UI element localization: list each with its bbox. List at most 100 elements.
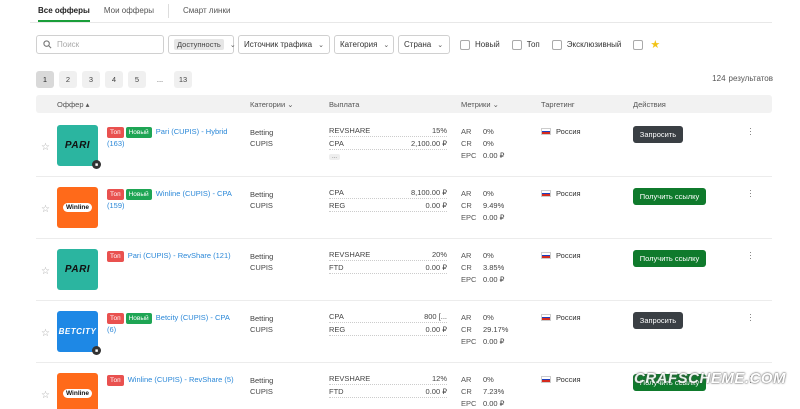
category-cell: Betting CUPIS bbox=[250, 127, 273, 149]
payout-cell: REVSHARE 15% CPA 2,100.00 ₽ ... bbox=[329, 125, 447, 160]
category-select[interactable]: Категория ⌄ bbox=[334, 35, 394, 54]
search-icon bbox=[43, 40, 52, 49]
search-box[interactable] bbox=[36, 35, 164, 54]
column-categories[interactable]: Категории ⌄ bbox=[250, 100, 294, 109]
column-offer[interactable]: Оффер ▴ bbox=[57, 100, 89, 109]
tab-smart-links[interactable]: Смарт линки bbox=[183, 0, 230, 22]
more-options-icon[interactable]: ⋯ bbox=[746, 251, 756, 260]
more-options-icon[interactable]: ⋯ bbox=[746, 127, 756, 136]
metric-key: EPC bbox=[461, 336, 477, 346]
payout-type: REG bbox=[329, 201, 346, 210]
metric-ar: 0% bbox=[483, 126, 494, 136]
metric-cr: 9.49% bbox=[483, 200, 505, 210]
page-button[interactable]: 3 bbox=[82, 71, 100, 88]
get-link-button[interactable]: Получить ссылку bbox=[633, 188, 706, 205]
tab-all-offers[interactable]: Все офферы bbox=[38, 0, 90, 22]
metric-key: AR bbox=[461, 250, 472, 260]
column-actions: Действия bbox=[633, 100, 666, 109]
filter-exclusive[interactable]: Эксклюзивный bbox=[551, 39, 626, 50]
country-select[interactable]: Страна ⌄ bbox=[398, 35, 450, 54]
favorite-star-icon[interactable]: ☆ bbox=[41, 204, 50, 215]
favorite-star-icon[interactable]: ☆ bbox=[41, 390, 50, 401]
results-label: результатов bbox=[728, 74, 773, 83]
offer-cell: Топ Новый Pari (CUPIS) - Hybrid (163) bbox=[107, 126, 239, 149]
payout-type: CPA bbox=[329, 188, 344, 197]
new-checkbox[interactable] bbox=[460, 39, 470, 50]
badge-new: Новый bbox=[125, 189, 152, 200]
payout-more-button[interactable]: ... bbox=[329, 154, 341, 160]
more-options-icon[interactable]: ⋯ bbox=[746, 313, 756, 322]
payout-cell: CPA 8,100.00 ₽ REG 0.00 ₽ bbox=[329, 187, 447, 213]
payout-cell: REVSHARE 20% FTD 0.00 ₽ bbox=[329, 249, 447, 275]
badge-new: Новый bbox=[125, 127, 152, 138]
metric-ar: 0% bbox=[483, 250, 494, 260]
russia-flag-icon bbox=[541, 190, 551, 197]
column-targeting: Таргетинг bbox=[541, 100, 575, 109]
tab-my-offers[interactable]: Мои офферы bbox=[104, 0, 154, 22]
category-wallet: CUPIS bbox=[250, 139, 273, 148]
more-options-icon[interactable]: ⋯ bbox=[746, 189, 756, 198]
logo-text: BETCITY bbox=[58, 327, 97, 336]
badge-top: Топ bbox=[107, 375, 124, 386]
metric-epc: 0.00 ₽ bbox=[483, 212, 505, 222]
get-link-button[interactable]: Получить ссылку bbox=[633, 250, 706, 267]
logo-text: PARI bbox=[64, 140, 91, 151]
payout-type: REVSHARE bbox=[329, 374, 371, 383]
traffic-source-select[interactable]: Источник трафика ⌄ bbox=[238, 35, 330, 54]
request-button[interactable]: Запросить bbox=[633, 126, 683, 143]
top-checkbox[interactable] bbox=[511, 39, 522, 50]
table-row: ☆ Winline Топ Новый Winline (CUPIS) - CPA… bbox=[36, 177, 772, 239]
metric-key: EPC bbox=[461, 274, 477, 284]
payout-type: FTD bbox=[329, 263, 344, 272]
country-name: Россия bbox=[556, 313, 581, 322]
page-button[interactable]: 2 bbox=[59, 71, 77, 88]
category-name: Betting bbox=[250, 190, 274, 199]
offer-cell: Топ Winline (CUPIS) - RevShare (5) bbox=[107, 374, 239, 386]
filter-favorites[interactable]: ★ bbox=[633, 38, 660, 51]
favorite-star-icon[interactable]: ☆ bbox=[41, 328, 50, 339]
offer-link[interactable]: Pari (CUPIS) - RevShare (121) bbox=[128, 251, 231, 260]
page-button[interactable]: 4 bbox=[105, 71, 123, 88]
request-button[interactable]: Запросить bbox=[633, 312, 683, 329]
metric-key: AR bbox=[461, 188, 472, 198]
metric-epc: 0.00 ₽ bbox=[483, 150, 505, 160]
search-input[interactable] bbox=[57, 40, 157, 49]
metrics-cell: AR 0% CR 3.85% EPC 0.00 ₽ bbox=[461, 249, 504, 285]
metric-ar: 0% bbox=[483, 374, 494, 384]
favorite-star-icon[interactable]: ☆ bbox=[41, 142, 50, 153]
metric-epc: 0.00 ₽ bbox=[483, 274, 505, 284]
offer-link[interactable]: Winline (CUPIS) - RevShare (5) bbox=[128, 375, 234, 384]
category-cell: Betting CUPIS bbox=[250, 189, 273, 211]
filter-new[interactable]: Новый bbox=[460, 39, 504, 50]
badge-top: Топ bbox=[107, 251, 124, 262]
targeting-cell: Россия bbox=[541, 375, 581, 384]
logo-text: PARI bbox=[64, 264, 91, 275]
country-name: Россия bbox=[556, 189, 581, 198]
category-wallet: CUPIS bbox=[250, 201, 273, 210]
favorite-star-icon[interactable]: ☆ bbox=[41, 266, 50, 277]
targeting-cell: Россия bbox=[541, 127, 581, 136]
metric-cr: 7.23% bbox=[483, 386, 505, 396]
country-name: Россия bbox=[556, 251, 581, 260]
category-wallet: CUPIS bbox=[250, 325, 273, 334]
targeting-cell: Россия bbox=[541, 313, 581, 322]
targeting-cell: Россия bbox=[541, 189, 581, 198]
page-button[interactable]: 13 bbox=[174, 71, 192, 88]
tabs-underline bbox=[30, 22, 772, 23]
metric-ar: 0% bbox=[483, 312, 494, 322]
availability-select[interactable]: Доступность ⌄ bbox=[168, 35, 236, 54]
availability-chip: Доступность bbox=[174, 39, 224, 50]
filter-bar: Доступность ⌄ Источник трафика ⌄ Категор… bbox=[36, 35, 662, 54]
metric-key: EPC bbox=[461, 212, 477, 222]
results-number: 124 bbox=[712, 74, 726, 83]
page-button[interactable]: 5 bbox=[128, 71, 146, 88]
metric-epc: 0.00 ₽ bbox=[483, 336, 505, 346]
column-metrics[interactable]: Метрики ⌄ bbox=[461, 100, 499, 109]
page-button[interactable]: 1 bbox=[36, 71, 54, 88]
favorites-checkbox[interactable] bbox=[633, 39, 644, 50]
category-label: Категория bbox=[340, 40, 378, 49]
payout-value: 0.00 ₽ bbox=[425, 325, 447, 334]
filter-top[interactable]: Топ bbox=[511, 39, 544, 50]
metrics-cell: AR 0% CR 7.23% EPC 0.00 ₽ bbox=[461, 373, 504, 409]
exclusive-checkbox[interactable] bbox=[551, 39, 562, 50]
